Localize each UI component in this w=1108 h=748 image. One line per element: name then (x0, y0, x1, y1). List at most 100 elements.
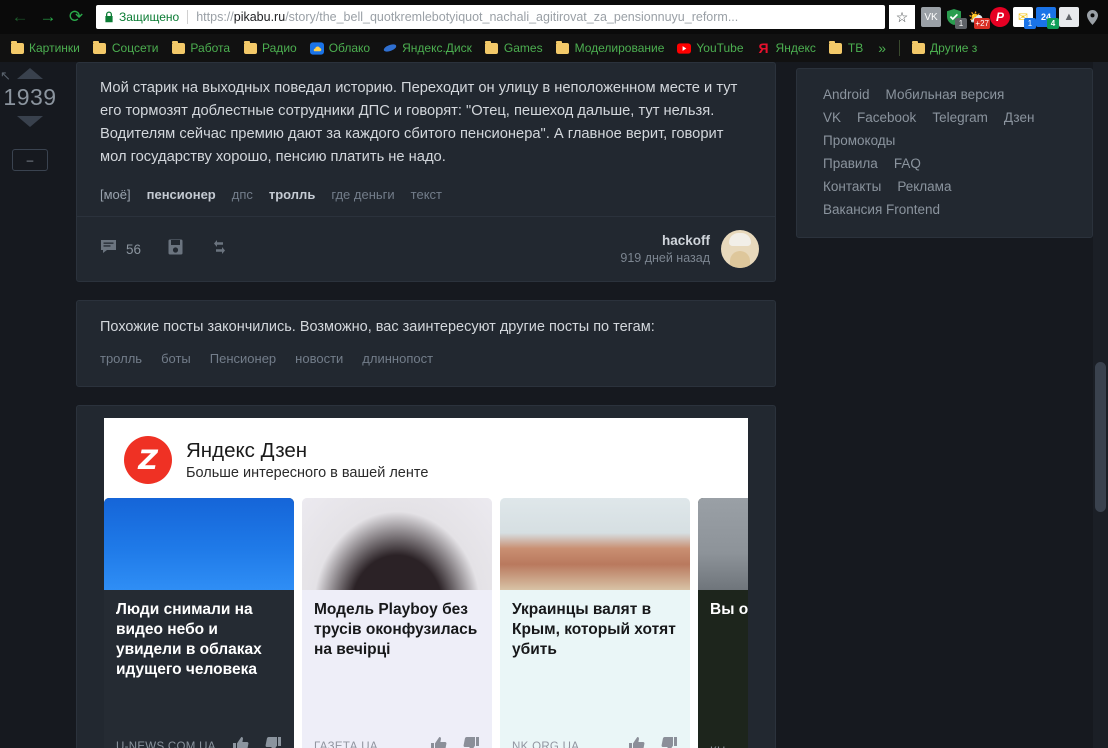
sidebar-row: Правила FAQ (823, 156, 1070, 171)
bookmark-item[interactable]: Я Яндекс (751, 38, 822, 58)
sidebar-link-faq[interactable]: FAQ (894, 156, 921, 171)
address-bar[interactable]: Защищено https://pikabu.ru/story/the_bel… (96, 5, 885, 29)
zen-card-headline: Украинцы валят в Крым, который хотят уби… (512, 601, 676, 658)
sidebar-link-promocodes[interactable]: Промокоды (823, 133, 895, 148)
bookmark-item[interactable]: Работа (165, 38, 236, 58)
sidebar-link-dzen[interactable]: Дзен (1004, 110, 1035, 125)
post-author[interactable]: hackoff 919 дней назад (620, 230, 759, 268)
bookmark-item[interactable]: Облако (304, 38, 376, 58)
gallery-extension-icon[interactable]: ▲ (1059, 7, 1079, 27)
zen-card[interactable]: Украинцы валят в Крым, который хотят уби… (500, 498, 690, 748)
similar-tag[interactable]: длиннопост (362, 351, 433, 366)
yandex-disk-icon (383, 41, 397, 55)
sidebar-link-frontend-vacancy[interactable]: Вакансия Frontend (823, 202, 940, 217)
post-tag[interactable]: текст (411, 187, 442, 202)
post-tag[interactable]: [моё] (100, 187, 131, 202)
other-bookmarks-button[interactable]: Другие з (905, 38, 983, 58)
adguard-badge: 1 (955, 18, 967, 29)
author-meta: hackoff 919 дней назад (620, 233, 710, 265)
forward-arrow-icon[interactable]: → (34, 3, 62, 31)
vk-extension-icon[interactable]: VK (921, 7, 941, 27)
similar-tag[interactable]: Пенсионер (210, 351, 276, 366)
sidebar-link-mobile-version[interactable]: Мобильная версия (886, 87, 1005, 102)
bookmark-item[interactable]: Соцсети (87, 38, 165, 58)
repost-action[interactable] (210, 239, 229, 260)
avatar[interactable] (721, 230, 759, 268)
rating-minus-button[interactable]: – (12, 149, 48, 171)
similar-tag[interactable]: тролль (100, 351, 142, 366)
scrollbar-thumb[interactable] (1095, 362, 1106, 512)
zen-card[interactable]: Модель Playboy без трусів оконфузилась н… (302, 498, 492, 748)
caret-down-icon[interactable] (17, 116, 43, 127)
mail-extension-icon[interactable]: ✉ 1 (1013, 7, 1036, 29)
bookmark-label: Яндекс (775, 41, 816, 55)
location-extension-icon[interactable] (1082, 7, 1102, 27)
thumbs-down-icon[interactable] (661, 736, 678, 748)
caret-up-icon[interactable] (17, 68, 43, 79)
other-bookmarks-label: Другие з (930, 41, 978, 55)
bookmark-item[interactable]: Яндекс.Диск (377, 38, 478, 58)
zen-card-image (302, 498, 492, 590)
post-tags: [моё] пенсионер дпс тролль где деньги те… (77, 169, 775, 202)
bookmark-label: Картинки (29, 41, 80, 55)
adguard-extension-icon[interactable]: 1 (944, 7, 967, 29)
bookmark-item[interactable]: ТВ (823, 38, 869, 58)
folder-icon (485, 40, 499, 55)
save-action[interactable] (168, 239, 183, 260)
bookmark-label: Моделирование (574, 41, 665, 55)
bookmark-item[interactable]: YouTube (671, 38, 749, 58)
zen-card-image (698, 498, 748, 590)
bookmark-item[interactable]: Радио (237, 38, 303, 58)
sidebar-link-telegram[interactable]: Telegram (932, 110, 988, 125)
post-tag[interactable]: пенсионер (147, 187, 216, 202)
bookmark-star-icon[interactable]: ☆ (889, 5, 915, 29)
thumbs-up-icon[interactable] (430, 736, 447, 748)
bookmark-item[interactable]: Картинки (4, 38, 86, 58)
post-time-ago: 919 дней назад (620, 251, 710, 265)
sidebar-link-contacts[interactable]: Контакты (823, 179, 881, 194)
thumbs-down-icon[interactable] (265, 736, 282, 748)
bookmark-label: ТВ (847, 41, 864, 55)
post-tag[interactable]: тролль (269, 187, 315, 202)
folder-icon (10, 40, 24, 55)
url-path: /story/the_bell_quotkremlebotyiquot_nach… (285, 10, 739, 24)
thumbs-up-icon[interactable] (628, 736, 645, 748)
sidebar-link-advertising[interactable]: Реклама (897, 179, 951, 194)
yandex24-extension-icon[interactable]: 24 4 (1036, 7, 1059, 29)
zen-subtitle: Больше интересного в вашей ленте (186, 465, 429, 481)
bookmark-item[interactable]: Моделирование (550, 38, 671, 58)
zen-card[interactable]: Вы от на Ж КН (698, 498, 748, 748)
zen-card[interactable]: Люди снимали на видео небо и увидели в о… (104, 498, 294, 748)
page-viewport: 1939 – ↖ Мой старик на выходных поведал … (0, 62, 1108, 748)
bookmarks-overflow-button[interactable]: » (870, 40, 894, 56)
zen-card-rating (628, 736, 678, 748)
zen-card-image (500, 498, 690, 590)
yandex-icon: Я (758, 40, 769, 56)
bookmark-item[interactable]: Games (479, 38, 549, 58)
bookmark-label: Games (503, 41, 543, 55)
similar-tag[interactable]: боты (161, 351, 191, 366)
pinterest-extension-icon[interactable]: P (990, 7, 1010, 27)
similar-posts-body: Похожие посты закончились. Возможно, вас… (77, 301, 775, 386)
post-tag[interactable]: где деньги (331, 187, 394, 202)
sidebar-link-vk[interactable]: VK (823, 110, 841, 125)
sidebar-link-android[interactable]: Android (823, 87, 870, 102)
similar-tag[interactable]: новости (295, 351, 343, 366)
weather-extension-icon[interactable]: ⛅ +27 (967, 7, 990, 29)
sidebar-link-facebook[interactable]: Facebook (857, 110, 916, 125)
comments-action[interactable]: 56 (100, 239, 141, 259)
thumbs-up-icon[interactable] (232, 736, 249, 748)
bookmark-label: YouTube (696, 41, 744, 55)
zen-card-rating (232, 736, 282, 748)
back-arrow-icon[interactable]: ← (6, 3, 34, 31)
sidebar-link-rules[interactable]: Правила (823, 156, 878, 171)
thumbs-down-icon[interactable] (463, 736, 480, 748)
mail-badge: 1 (1024, 18, 1036, 29)
extension-tray: VK 1 ⛅ +27 P ✉ 1 24 4 ▲ (915, 7, 1102, 29)
reload-icon[interactable]: ⟳ (62, 3, 90, 31)
folder-icon (171, 40, 185, 55)
zen-inner: Z Яндекс Дзен Больше интересного в вашей… (104, 418, 748, 748)
secure-label: Защищено (119, 10, 180, 24)
page-scrollbar[interactable] (1093, 62, 1108, 748)
post-tag[interactable]: дпс (232, 187, 253, 202)
